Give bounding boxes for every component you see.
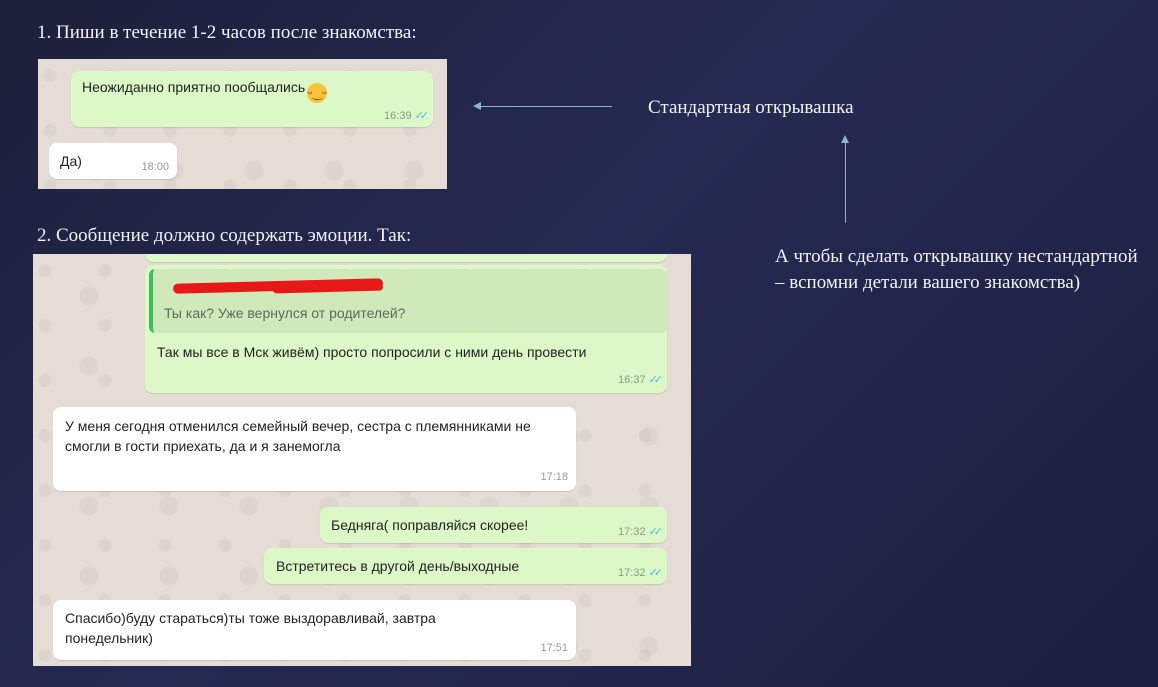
arrow-to-screenshot-1 bbox=[480, 106, 612, 107]
message-time: 17:32 bbox=[618, 567, 646, 579]
arrow-head-left-icon bbox=[473, 102, 481, 110]
reply-quote-text: Ты как? Уже вернулся от родителей? bbox=[164, 305, 406, 321]
message-text: Спасибо)буду стараться)ты тоже выздоравл… bbox=[65, 610, 436, 646]
message-time: 16:39 bbox=[384, 110, 412, 122]
message-text: Да) bbox=[60, 153, 82, 169]
message-time: 17:32 bbox=[618, 526, 646, 538]
read-ticks-icon: ✓✓ bbox=[648, 567, 664, 579]
reply-quote: Ты как? Уже вернулся от родителей? bbox=[149, 269, 667, 333]
read-ticks-icon: ✓✓ bbox=[648, 374, 664, 386]
standard-opener-note: Стандартная открывашка bbox=[648, 97, 854, 118]
message-bubble-outgoing: Бедняга( поправляйся скорее! 17:32 ✓✓ bbox=[320, 507, 667, 543]
message-time: 17:18 bbox=[540, 471, 568, 483]
message-time: 17:51 bbox=[540, 642, 568, 654]
message-text: Бедняга( поправляйся скорее! bbox=[331, 517, 529, 533]
arrow-up-to-standard-note bbox=[845, 143, 846, 223]
message-bubble-outgoing bbox=[145, 254, 667, 262]
message-text: Так мы все в Мск живём) просто попросили… bbox=[157, 344, 587, 360]
message-bubble-incoming: Да) 18:00 bbox=[49, 143, 177, 179]
arrow-head-up-icon bbox=[841, 135, 849, 143]
message-text: У меня сегодня отменился семейный вечер,… bbox=[65, 418, 531, 454]
message-bubble-outgoing: Встретитесь в другой день/выходные 17:32… bbox=[264, 548, 667, 584]
smiling-face-emoji: ᵕ‿ᵕ bbox=[307, 83, 328, 103]
chat-screenshot-2: Ты как? Уже вернулся от родителей? Так м… bbox=[33, 254, 691, 666]
chat-screenshot-1: Неожиданно приятно пообщались ᵕ‿ᵕ 16:39 ✓✓… bbox=[38, 59, 447, 189]
message-text: Неожиданно приятно пообщались bbox=[82, 79, 306, 95]
read-ticks-icon: ✓✓ bbox=[414, 110, 430, 122]
message-text: Встретитесь в другой день/выходные bbox=[276, 558, 520, 574]
message-time: 18:00 bbox=[141, 161, 169, 173]
message-bubble-outgoing-with-reply: Ты как? Уже вернулся от родителей? Так м… bbox=[145, 265, 667, 393]
message-time: 16:37 bbox=[618, 374, 646, 386]
step2-heading: 2. Сообщение должно содержать эмоции. Та… bbox=[37, 225, 412, 246]
step1-heading: 1. Пиши в течение 1-2 часов после знаком… bbox=[37, 22, 417, 43]
message-bubble-incoming: У меня сегодня отменился семейный вечер,… bbox=[53, 407, 576, 491]
message-bubble-outgoing: Неожиданно приятно пообщались ᵕ‿ᵕ 16:39 ✓✓ bbox=[71, 71, 433, 127]
message-bubble-incoming: Спасибо)буду стараться)ты тоже выздоравл… bbox=[53, 600, 576, 660]
read-ticks-icon: ✓✓ bbox=[648, 526, 664, 538]
nonstandard-opener-note: А чтобы сделать открывашку нестандартной… bbox=[775, 246, 1138, 293]
